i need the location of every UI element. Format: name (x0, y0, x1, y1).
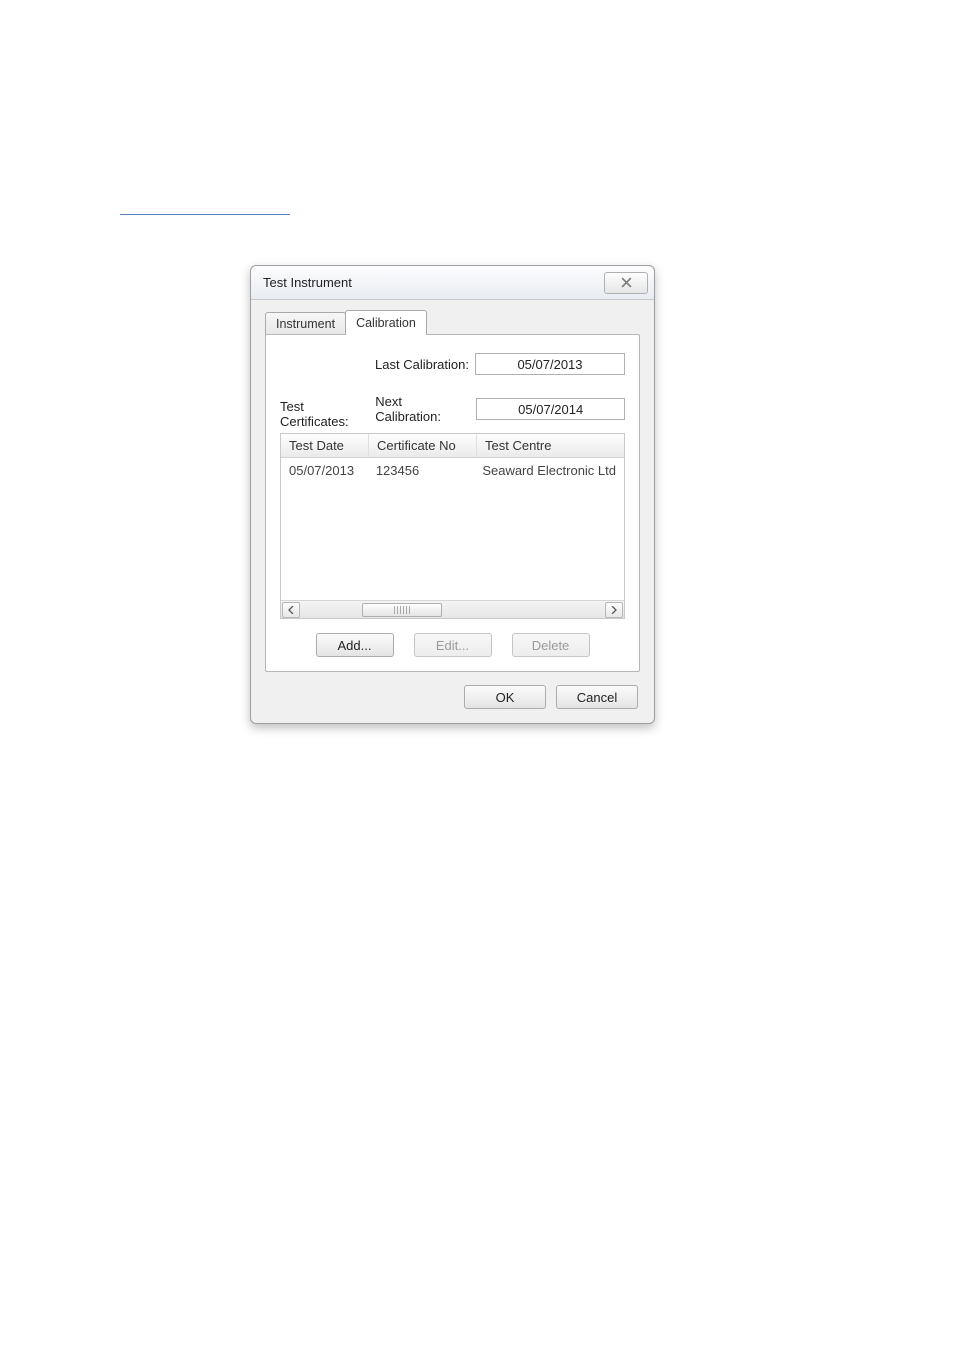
table-body: 05/07/2013 123456 Seaward Electronic Ltd (281, 458, 624, 600)
table-row[interactable]: 05/07/2013 123456 Seaward Electronic Ltd (281, 458, 624, 483)
last-calibration-row: Last Calibration: 05/07/2013 (280, 353, 625, 375)
cell-certificate-no: 123456 (368, 461, 475, 480)
tabstrip: Instrument Calibration (251, 300, 654, 335)
last-calibration-label: Last Calibration: (375, 357, 469, 372)
test-certificates-label: Test Certificates: (280, 399, 375, 429)
test-instrument-dialog: Test Instrument Instrument Calibration L… (250, 265, 655, 724)
last-calibration-field[interactable]: 05/07/2013 (475, 353, 625, 375)
chevron-right-icon (611, 606, 617, 614)
dialog-title: Test Instrument (263, 275, 352, 290)
cell-test-date: 05/07/2013 (281, 461, 368, 480)
chevron-left-icon (288, 606, 294, 614)
link-underline (120, 214, 290, 215)
col-certificate-no[interactable]: Certificate No (369, 434, 477, 457)
scroll-thumb[interactable] (362, 603, 442, 617)
horizontal-scrollbar[interactable] (281, 600, 624, 618)
next-calibration-field[interactable]: 05/07/2014 (476, 398, 625, 420)
certificates-table[interactable]: Test Date Certificate No Test Centre 05/… (280, 433, 625, 619)
delete-button[interactable]: Delete (512, 633, 590, 657)
calibration-panel: Last Calibration: 05/07/2013 Test Certif… (265, 334, 640, 672)
titlebar[interactable]: Test Instrument (251, 266, 654, 300)
col-test-centre[interactable]: Test Centre (477, 434, 624, 457)
tab-instrument[interactable]: Instrument (265, 312, 346, 335)
col-test-date[interactable]: Test Date (281, 434, 369, 457)
table-header: Test Date Certificate No Test Centre (281, 434, 624, 458)
ok-button[interactable]: OK (464, 685, 546, 709)
cell-test-centre: Seaward Electronic Ltd (474, 461, 624, 480)
next-calibration-label: Next Calibration: (375, 394, 470, 424)
close-button[interactable] (604, 272, 648, 294)
edit-button[interactable]: Edit... (414, 633, 492, 657)
scroll-left-button[interactable] (282, 602, 300, 618)
add-button[interactable]: Add... (316, 633, 394, 657)
close-icon (621, 277, 632, 288)
scroll-right-button[interactable] (605, 602, 623, 618)
scroll-grip-icon (394, 606, 410, 614)
tab-calibration[interactable]: Calibration (345, 310, 427, 335)
scroll-track[interactable] (302, 603, 603, 617)
cancel-button[interactable]: Cancel (556, 685, 638, 709)
certificates-table-wrap: Test Date Certificate No Test Centre 05/… (280, 433, 625, 619)
dialog-actions: OK Cancel (251, 685, 654, 709)
certificate-buttons: Add... Edit... Delete (280, 633, 625, 657)
